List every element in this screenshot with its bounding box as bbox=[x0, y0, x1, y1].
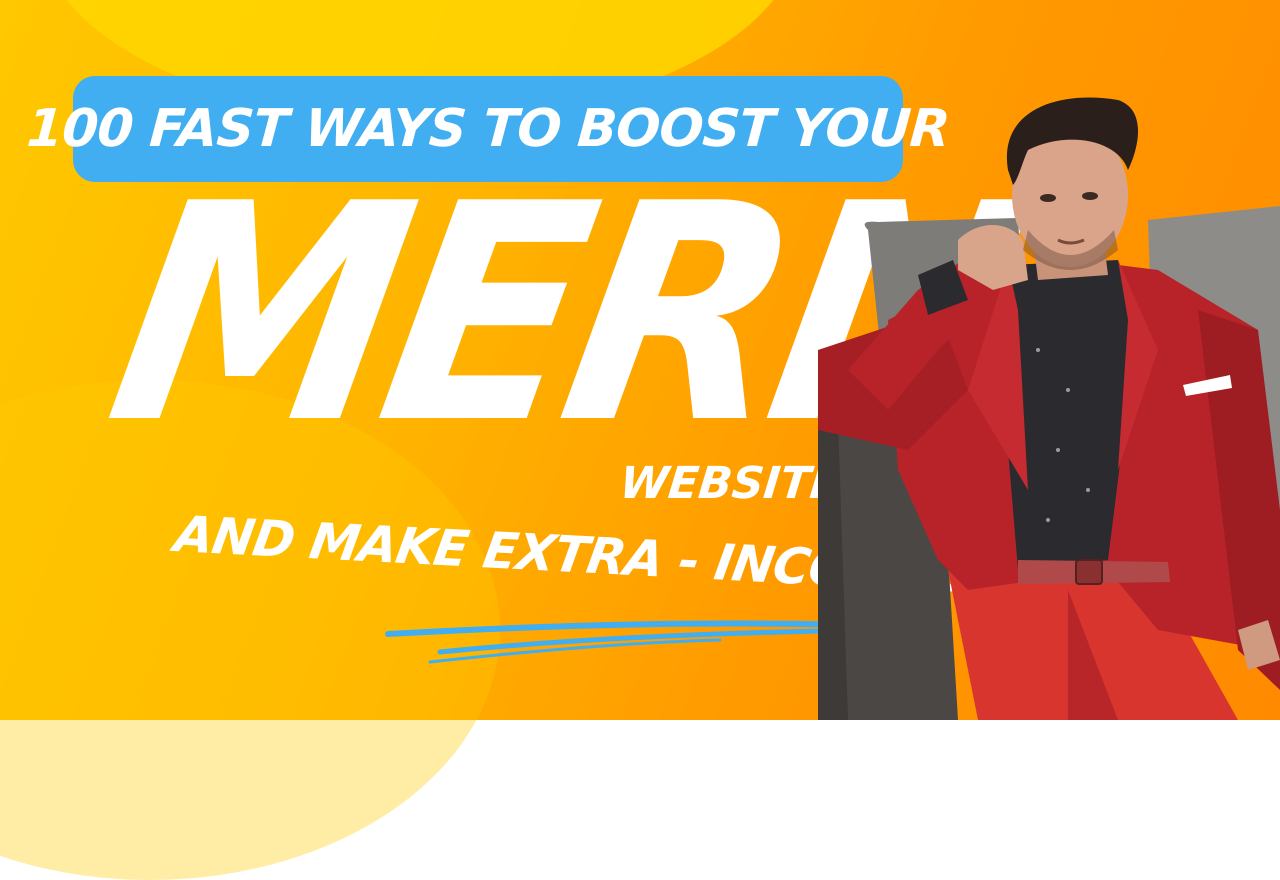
head bbox=[1006, 97, 1138, 270]
big-title: MERN bbox=[90, 140, 1035, 489]
sub-title: WEBSITE bbox=[617, 458, 843, 509]
man-in-red-suit-image bbox=[818, 97, 1280, 720]
